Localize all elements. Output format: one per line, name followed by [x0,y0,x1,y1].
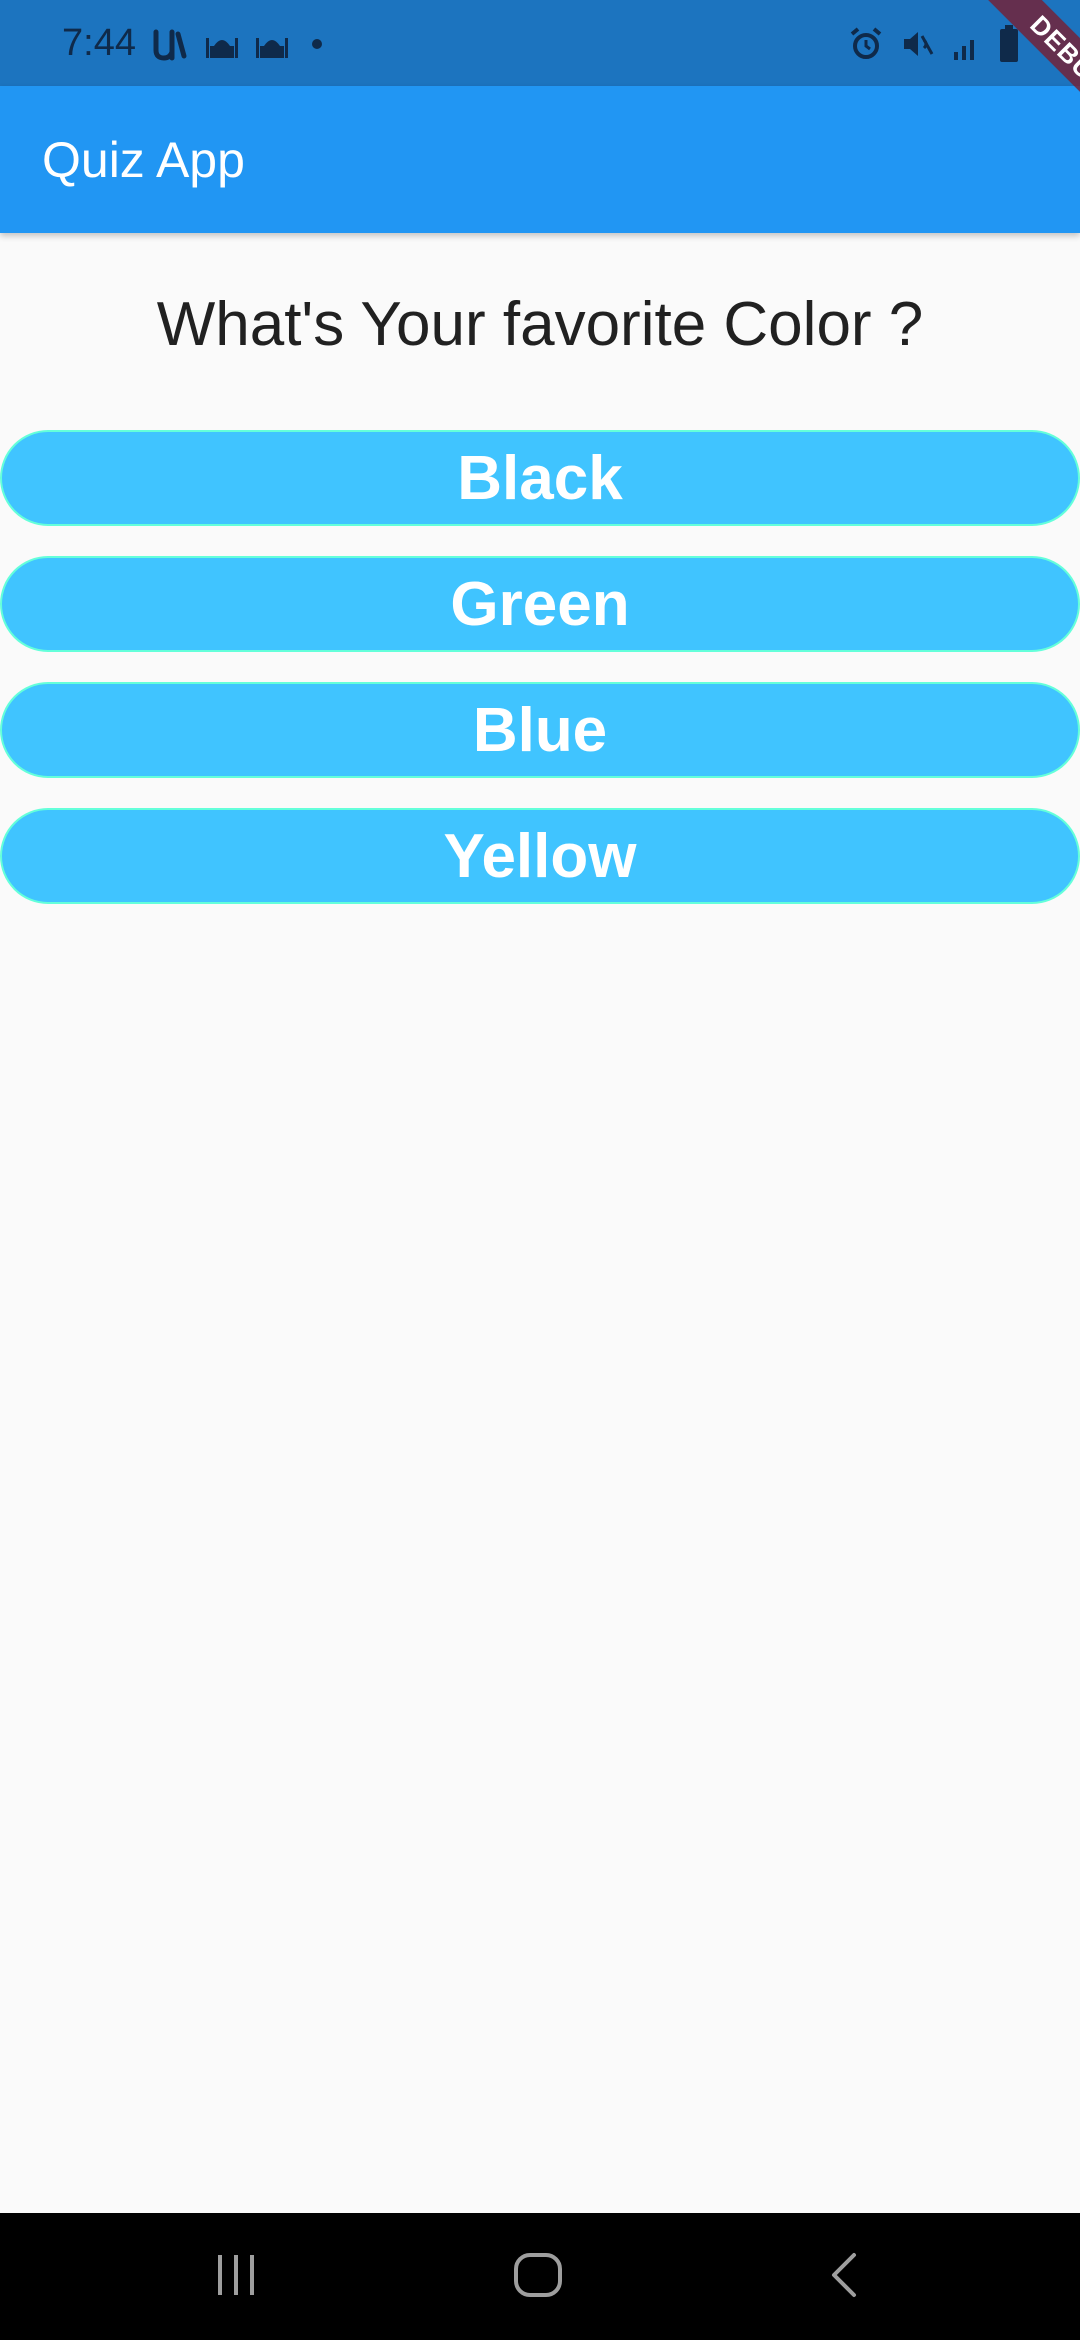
home-icon[interactable] [512,2251,564,2304]
signal-icon [952,26,982,62]
recent-apps-icon[interactable] [214,2251,258,2304]
answer-button-green[interactable]: Green [0,556,1080,652]
mute-icon [900,26,936,62]
app-bar: Quiz App [0,86,1080,233]
question-text: What's Your favorite Color ? [156,290,924,359]
app-title: Quiz App [42,132,245,188]
back-icon[interactable] [826,2251,862,2304]
navigation-bar [0,2213,1080,2340]
mosque-icon [254,26,290,62]
battery-icon [998,24,1020,64]
status-right-icons [848,22,1020,66]
dot-icon [312,39,322,49]
u-app-icon [150,24,190,64]
status-left-icons [150,22,322,66]
status-time: 7:44 [62,22,136,64]
mosque-icon [204,26,240,62]
answer-button-yellow[interactable]: Yellow [0,808,1080,904]
answer-button-black[interactable]: Black [0,430,1080,526]
status-bar: 7:44 [0,0,1080,86]
answer-button-blue[interactable]: Blue [0,682,1080,778]
alarm-icon [848,26,884,62]
